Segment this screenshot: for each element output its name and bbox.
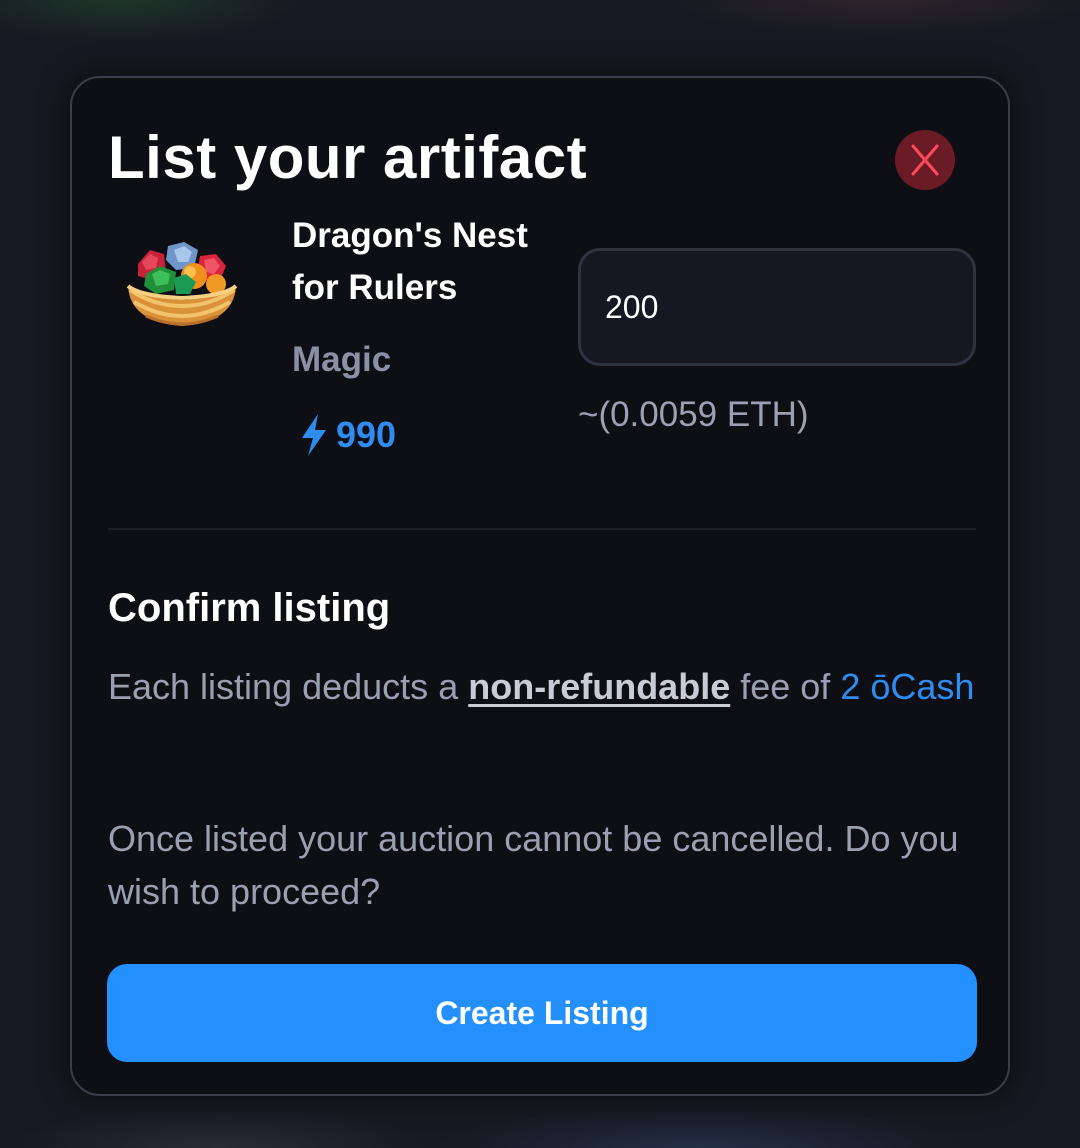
fee-middle: fee of: [740, 666, 831, 707]
close-x-icon: [911, 144, 939, 176]
artifact-category: Magic: [292, 340, 392, 379]
fee-prefix: Each listing deducts a: [108, 666, 459, 707]
non-refundable-link[interactable]: non-refundable: [468, 666, 730, 707]
divider: [108, 528, 976, 530]
lightning-bolt-icon: [302, 414, 326, 456]
power-value: 990: [336, 414, 397, 455]
eth-equivalent: ~(0.0059 ETH): [578, 395, 809, 434]
modal-title: List your artifact: [108, 124, 588, 191]
nest-of-gems-icon: [126, 242, 238, 326]
price-input[interactable]: [578, 248, 976, 366]
cancel-warning: Once listed your auction cannot be cance…: [108, 818, 959, 912]
fee-notice: Each listing deducts a non-refundable fe…: [108, 660, 976, 713]
confirm-heading: Confirm listing: [108, 586, 391, 630]
close-button[interactable]: [895, 130, 955, 190]
power-stat: 990: [300, 410, 396, 460]
artifact-name: Dragon's Nest for Rulers: [292, 216, 528, 307]
create-listing-button[interactable]: Create Listing: [107, 964, 977, 1062]
list-artifact-modal: List your artifact Dragon's Nest for Rul…: [70, 76, 1010, 1096]
fee-amount: 2 ōCash: [840, 666, 975, 707]
